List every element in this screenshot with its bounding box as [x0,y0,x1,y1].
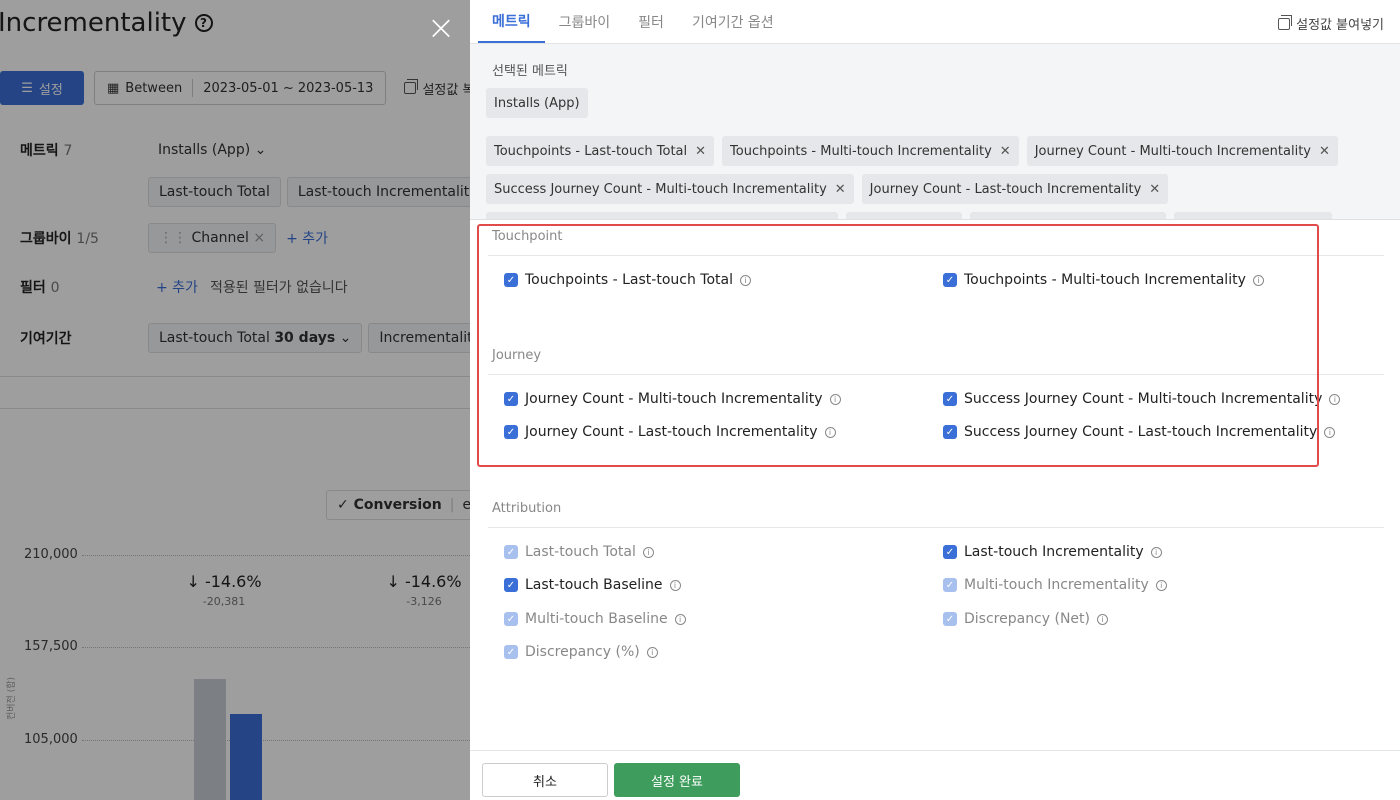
selected-metric-chip: Touchpoints - Last-touch Total ✕ [486,136,715,166]
highlight-box [477,224,1319,467]
tab-metric[interactable]: 메트릭 [478,0,545,43]
checkbox-disabled-icon: ✓ [504,612,518,626]
checkbox-disabled-icon: ✓ [504,645,518,659]
selected-metric-chip: Touchpoints - Multi-touch Incrementality… [722,136,1019,166]
info-icon[interactable]: i [1155,579,1167,591]
divider [488,527,1384,528]
metric-checkbox[interactable]: ✓ Multi-touch Incrementality i [943,577,1167,593]
selected-metric-chip: Journey Count - Multi-touch Incrementali… [1026,136,1338,166]
selected-metric-chip [1174,212,1332,219]
selected-metric-chip: Journey Count - Last-touch Incrementalit… [861,174,1169,204]
remove-icon[interactable]: ✕ [1149,182,1160,197]
info-icon[interactable]: i [1150,546,1162,558]
info-icon[interactable]: i [642,546,654,558]
selected-metric-chip [970,212,1166,219]
info-icon[interactable]: i [1097,613,1108,625]
remove-icon[interactable]: ✕ [835,182,846,197]
metric-checkbox[interactable]: ✓ Discrepancy (%) i [504,644,658,660]
selected-metric-chip [486,212,838,219]
info-icon[interactable]: i [669,579,681,591]
base-metric-chip: Installs (App) [486,88,588,118]
selected-metric-chip [846,212,962,219]
paste-icon [1278,14,1293,30]
close-icon[interactable]: × [426,11,456,45]
section-title-attribution: Attribution [492,501,562,516]
remove-icon[interactable]: ✕ [1319,144,1330,159]
remove-icon[interactable]: ✕ [695,144,706,159]
tab-filter[interactable]: 필터 [624,0,678,43]
checkbox-disabled-icon: ✓ [943,612,957,626]
info-icon[interactable]: i [1329,393,1341,405]
drawer-footer: 취소 설정 완료 [470,750,1400,800]
selected-metric-chips: Touchpoints - Last-touch Total ✕ Touchpoi… [486,136,1386,219]
cancel-button[interactable]: 취소 [482,763,608,797]
selected-metrics-label: 선택된 메트릭 [492,64,568,79]
metric-checkbox[interactable]: ✓ Last-touch Baseline i [504,577,681,593]
paste-settings-label: 설정값 붙여넣기 [1296,18,1384,33]
checkbox-disabled-icon: ✓ [943,578,957,592]
metric-settings-drawer: 메트릭 그룹바이 필터 기여기간 옵션 설정값 붙여넣기 선택된 메트릭 Ins… [470,0,1400,800]
checkbox-checked-icon[interactable]: ✓ [943,545,957,559]
tab-groupby[interactable]: 그룹바이 [545,0,625,43]
selected-metrics-area: 선택된 메트릭 Installs (App) Touchpoints - Las… [470,44,1400,220]
metric-checkbox[interactable]: ✓ Multi-touch Baseline i [504,611,686,627]
remove-icon[interactable]: ✕ [1000,144,1011,159]
metric-checkbox[interactable]: ✓ Last-touch Incrementality i [943,544,1162,560]
selected-metric-chip: Success Journey Count - Multi-touch Incr… [486,174,854,204]
info-icon[interactable]: i [674,613,686,625]
paste-settings-button[interactable]: 설정값 붙여넣기 [1278,14,1384,33]
info-icon[interactable]: i [1324,426,1336,438]
done-button[interactable]: 설정 완료 [614,763,740,797]
checkbox-checked-icon[interactable]: ✓ [504,578,518,592]
info-icon[interactable]: i [646,646,658,658]
metric-checkbox[interactable]: ✓ Discrepancy (Net) i [943,611,1108,627]
metric-checkbox[interactable]: ✓ Last-touch Total i [504,544,654,560]
checkbox-disabled-icon: ✓ [504,545,518,559]
tab-window-options[interactable]: 기여기간 옵션 [678,0,788,43]
drawer-tabs: 메트릭 그룹바이 필터 기여기간 옵션 [470,0,1400,44]
